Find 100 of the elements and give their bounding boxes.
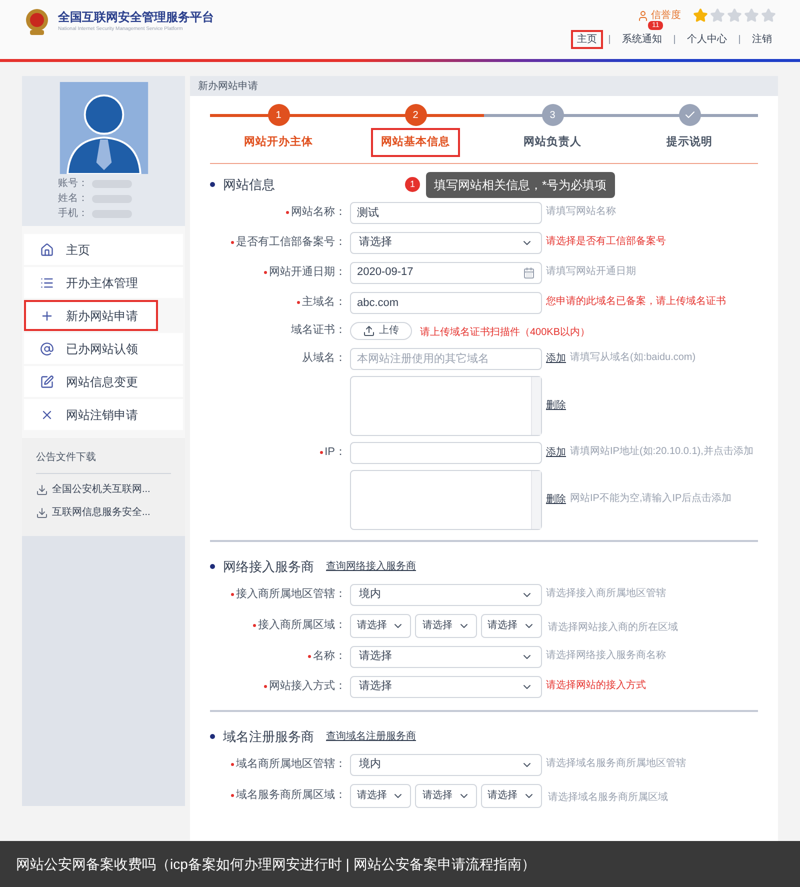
field-hint: 请填写网站开通日期 <box>546 266 636 279</box>
field-hint: 请上传域名证书扫描件（400KB以内） <box>420 326 590 338</box>
field-hint: 请填写网站名称 <box>546 206 616 219</box>
field-hint: 请选择域名服务商所属区域 <box>548 792 668 802</box>
download-link[interactable]: 全国公安机关互联网... <box>36 482 171 497</box>
tooltip: 填写网站相关信息，*号为必填项 <box>426 172 615 198</box>
list-box[interactable] <box>350 376 542 436</box>
select-field[interactable]: 请选择 <box>350 676 542 698</box>
star-icon <box>693 8 708 23</box>
field-hint: 请选择接入商所属地区管辖 <box>546 588 666 601</box>
nav-link[interactable]: 个人中心 <box>683 32 731 47</box>
home-icon <box>40 242 54 256</box>
downloads-title: 公告文件下载 <box>36 450 171 474</box>
select-field[interactable]: 境内 <box>350 584 542 606</box>
text-field[interactable]: abc.com <box>350 292 542 314</box>
select-field[interactable]: 请选择 <box>480 784 542 808</box>
section-title: 网络接入服务商 <box>223 558 314 576</box>
step-label[interactable]: 网站基本信息 <box>372 130 458 154</box>
profile-label: 手机： <box>58 206 88 221</box>
field-label: 域名服务商所属区域： <box>236 788 346 804</box>
query-link[interactable]: 查询域名注册服务商 <box>326 729 416 744</box>
date-field[interactable]: 2020-09-17 <box>350 262 542 284</box>
sidebar-item[interactable]: 主页 <box>24 234 183 265</box>
scrollbar <box>531 470 541 528</box>
sidebar-item[interactable]: 新办网站申请 <box>24 300 158 331</box>
field-hint: 请选择域名服务商所属地区管辖 <box>546 758 686 771</box>
emblem-logo <box>24 8 50 36</box>
field-label: 主域名： <box>302 294 346 310</box>
field-label: 网站名称： <box>291 205 346 220</box>
field-label: 网站接入方式： <box>269 678 346 694</box>
edit-icon <box>40 374 54 388</box>
select-field[interactable]: 请选择 <box>350 646 542 668</box>
upload-button[interactable]: 上传 <box>350 322 412 340</box>
sidebar-item[interactable]: 开办主体管理 <box>24 267 183 298</box>
sidebar-item[interactable]: 已办网站认领 <box>24 333 183 364</box>
field-hint: 网站IP不能为空,请输入IP后点击添加 <box>570 493 732 506</box>
plus-icon <box>40 308 54 322</box>
field-hint: 请填写从域名(如:baidu.com) <box>570 352 696 365</box>
field-hint: 请选择网站的接入方式 <box>546 680 646 693</box>
field-label: IP： <box>324 445 346 460</box>
field-hint: 请选择网络接入服务商名称 <box>546 650 666 663</box>
select-field[interactable]: 请选择 <box>480 614 542 638</box>
text-field[interactable]: 测试 <box>350 202 542 224</box>
profile-label: 姓名： <box>58 192 88 206</box>
field-label: 名称： <box>313 649 346 664</box>
caption-text: 网站公安网备案收费吗（icp备案如何办理网安进行时 | 网站公安备案申请流程指南） <box>16 854 536 874</box>
field-label: 接入商所属区域： <box>258 618 346 634</box>
select-field[interactable]: 境内 <box>350 754 542 776</box>
step-label[interactable]: 提示说明 <box>658 130 721 154</box>
add-link[interactable]: 添加 <box>546 445 566 460</box>
nav-link[interactable]: 注销 <box>748 32 776 47</box>
field-hint: 请选择是否有工信部备案号 <box>546 236 666 249</box>
star-icon <box>744 8 759 23</box>
select-field[interactable]: 请选择 <box>415 614 477 638</box>
sidebar-item[interactable]: 网站注销申请 <box>24 399 183 430</box>
star-icon <box>710 8 725 23</box>
check-icon <box>684 109 696 121</box>
scrollbar <box>531 376 541 434</box>
field-label: 从域名： <box>302 351 346 366</box>
download-link[interactable]: 互联网信息服务安全... <box>36 505 171 520</box>
select-field[interactable]: 请选择 <box>350 784 412 808</box>
text-field[interactable] <box>350 442 542 464</box>
download-icon <box>36 506 48 518</box>
list-box[interactable] <box>350 470 542 530</box>
delete-link[interactable]: 删除 <box>546 398 566 413</box>
text-field[interactable]: 本网站注册使用的其它域名 <box>350 348 542 370</box>
user-icon <box>637 10 649 22</box>
bullet-icon <box>210 734 215 739</box>
site-title: 全国互联网安全管理服务平台 <box>58 9 214 26</box>
calendar-icon <box>523 266 535 278</box>
step-label[interactable]: 网站负责人 <box>516 130 590 154</box>
section-title: 网站信息 <box>223 176 275 194</box>
field-label: 网站开通日期： <box>269 264 346 280</box>
credit-label: 信誉度 <box>651 8 681 22</box>
profile-label: 账号： <box>58 176 88 191</box>
sidebar-item[interactable]: 网站信息变更 <box>24 366 183 397</box>
add-link[interactable]: 添加 <box>546 351 566 366</box>
section-title: 域名注册服务商 <box>223 728 314 746</box>
list-icon <box>40 276 54 290</box>
field-hint: 请填网站IP地址(如:20.10.0.1),并点击添加 <box>570 446 754 459</box>
upload-icon <box>363 324 375 336</box>
field-hint: 请选择网站接入商的所在区域 <box>548 622 678 632</box>
star-icon <box>761 8 776 23</box>
field-label: 是否有工信部备案号： <box>236 234 346 250</box>
step-label[interactable]: 网站开办主体 <box>236 130 322 154</box>
at-sign-icon <box>40 342 54 356</box>
select-field[interactable]: 请选择 <box>350 614 412 638</box>
field-hint: 您申请的此域名已备案，请上传域名证书 <box>546 296 726 309</box>
query-link[interactable]: 查询网络接入服务商 <box>326 559 416 574</box>
select-field[interactable]: 请选择 <box>415 784 477 808</box>
nav-link[interactable]: 主页 <box>573 32 601 47</box>
field-label: 域名证书： <box>291 323 346 338</box>
delete-link[interactable]: 删除 <box>546 492 566 507</box>
field-label: 接入商所属地区管辖： <box>236 586 346 602</box>
panel-title: 新办网站申请 <box>190 76 778 96</box>
bullet-icon <box>210 182 215 187</box>
field-label: 域名商所属地区管辖： <box>236 756 346 772</box>
tip-badge: 1 <box>405 177 420 192</box>
select-field[interactable]: 请选择 <box>350 232 542 254</box>
download-icon <box>36 484 48 496</box>
